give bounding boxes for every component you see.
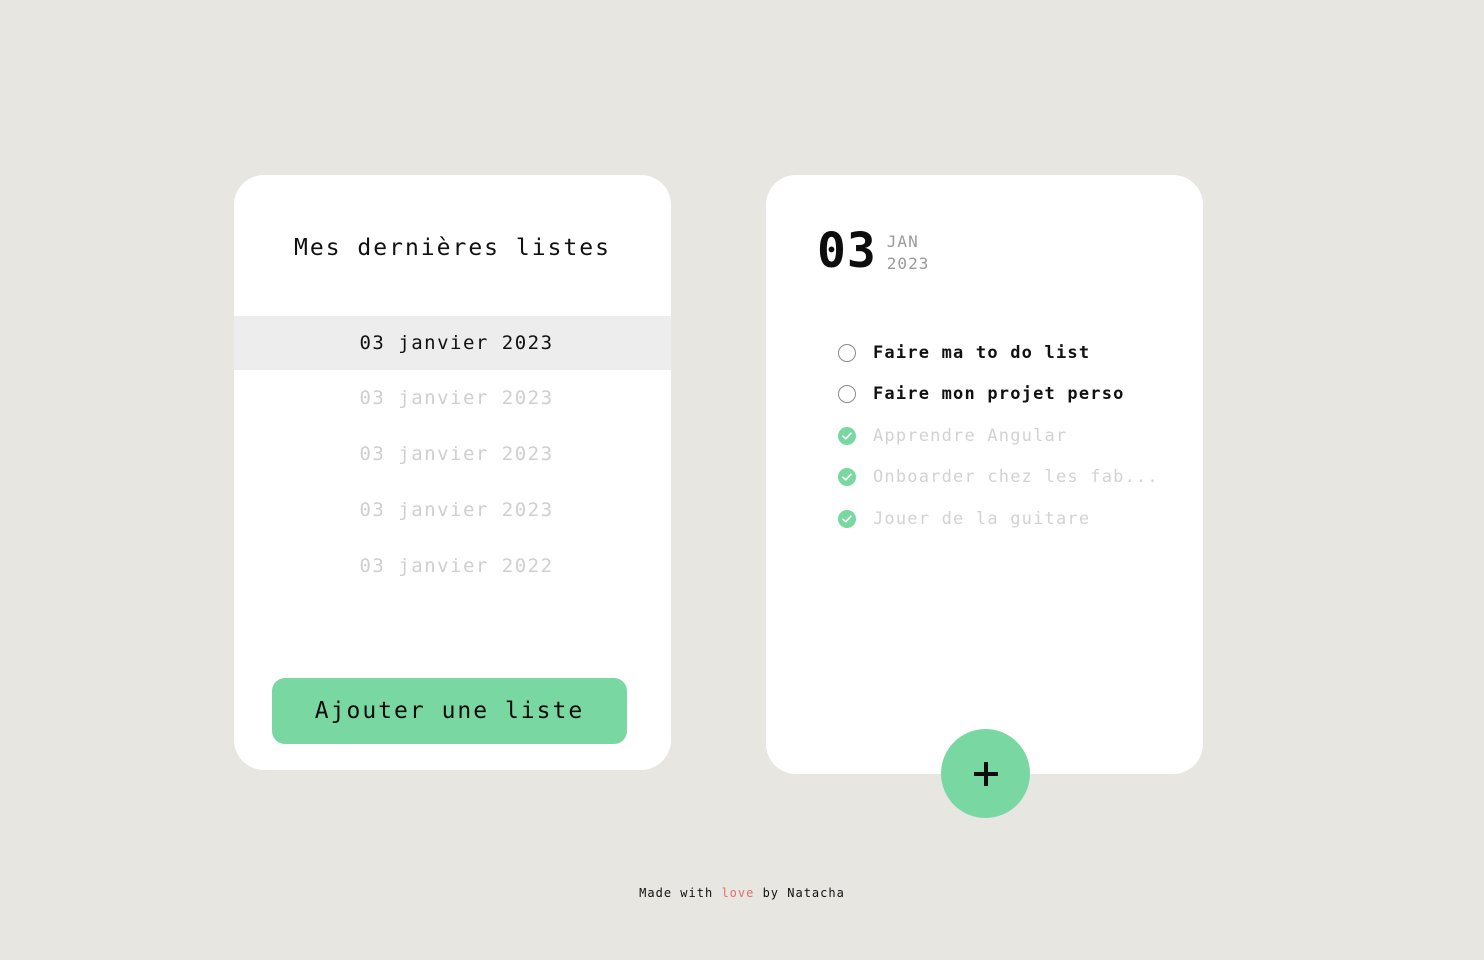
list-item[interactable]: 03 janvier 2023 [234, 370, 671, 426]
footer-love: love [721, 886, 755, 900]
task-item[interactable]: Faire ma to do list [838, 332, 1159, 374]
plus-icon [973, 761, 998, 786]
list-date: 03 JAN 2023 [817, 223, 929, 279]
unchecked-circle-icon[interactable] [838, 385, 856, 404]
list-item[interactable]: 03 janvier 2023 [234, 426, 671, 482]
date-month-year: JAN 2023 [887, 231, 930, 275]
list-item-label: 03 janvier 2022 [359, 555, 554, 577]
list-item[interactable]: 03 janvier 2023 [234, 316, 671, 370]
date-day: 03 [817, 223, 877, 279]
task-item[interactable]: Onboarder chez les fab... [838, 457, 1159, 499]
check-circle-icon[interactable] [838, 426, 856, 445]
footer-prefix: Made with [639, 886, 714, 900]
task-label: Faire ma to do list [873, 342, 1091, 363]
recent-lists: 03 janvier 2023 03 janvier 2023 03 janvi… [234, 316, 671, 594]
list-item-label: 03 janvier 2023 [359, 332, 554, 354]
task-label: Apprendre Angular [873, 425, 1068, 446]
task-item[interactable]: Apprendre Angular [838, 415, 1159, 457]
list-item[interactable]: 03 janvier 2023 [234, 482, 671, 538]
check-circle-icon[interactable] [838, 509, 856, 528]
todo-card: 03 JAN 2023 Faire ma to do list Faire mo… [766, 175, 1203, 774]
recent-lists-title: Mes dernières listes [294, 235, 611, 261]
task-list: Faire ma to do list Faire mon projet per… [838, 332, 1159, 540]
list-item[interactable]: 03 janvier 2022 [234, 538, 671, 594]
task-label: Jouer de la guitare [873, 508, 1091, 529]
date-month: JAN [886, 232, 919, 251]
task-label: Onboarder chez les fab... [873, 467, 1159, 488]
task-label: Faire mon projet perso [873, 384, 1125, 405]
date-year: 2023 [886, 254, 930, 273]
list-item-label: 03 janvier 2023 [359, 443, 554, 465]
footer: Made with love by Natacha [0, 886, 1484, 900]
footer-suffix: by Natacha [762, 886, 845, 900]
unchecked-circle-icon[interactable] [838, 343, 856, 362]
task-item[interactable]: Jouer de la guitare [838, 498, 1159, 540]
check-circle-icon[interactable] [838, 468, 856, 487]
list-item-label: 03 janvier 2023 [359, 499, 554, 521]
add-task-button[interactable] [941, 729, 1030, 818]
list-item-label: 03 janvier 2023 [359, 387, 554, 409]
add-list-button[interactable]: Ajouter une liste [272, 678, 627, 744]
task-item[interactable]: Faire mon projet perso [838, 374, 1159, 416]
recent-lists-card: Mes dernières listes 03 janvier 2023 03 … [234, 175, 671, 770]
page: Mes dernières listes 03 janvier 2023 03 … [0, 0, 1484, 960]
